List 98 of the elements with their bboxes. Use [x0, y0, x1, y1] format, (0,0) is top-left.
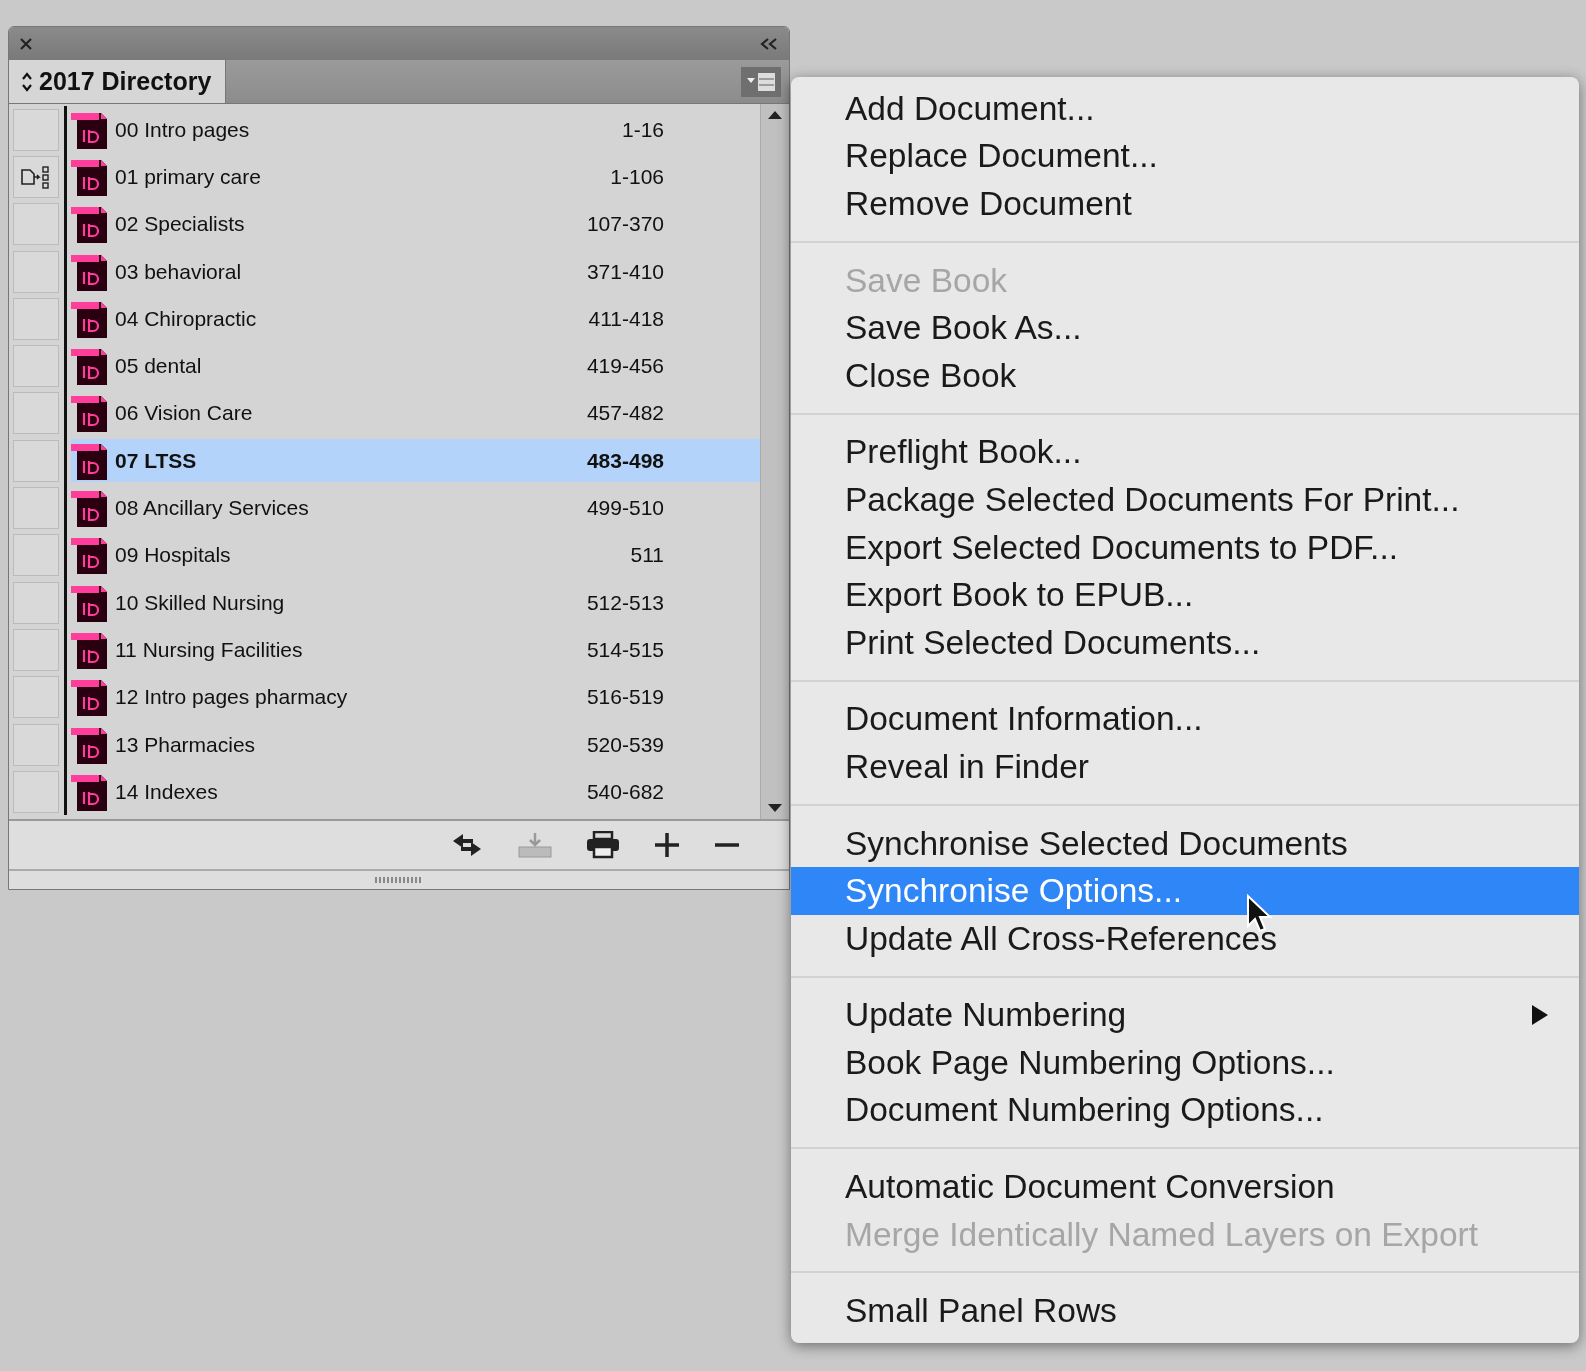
document-name: 10 Skilled Nursing	[115, 590, 286, 615]
page-range: 516-519	[586, 685, 664, 710]
menu-item[interactable]: Save Book As...	[791, 304, 1579, 352]
updown-icon	[21, 70, 33, 93]
menu-item[interactable]: Document Numbering Options...	[791, 1086, 1579, 1135]
document-row[interactable]: 11 Nursing Facilities 514-515	[71, 628, 760, 672]
menu-item[interactable]: Add Document...	[791, 85, 1579, 133]
menu-item[interactable]: Document Information...	[791, 695, 1579, 744]
menu-item[interactable]: Export Book to EPUB...	[791, 571, 1579, 619]
page-range: 371-410	[586, 259, 664, 284]
menu-item[interactable]: Update Numbering	[791, 991, 1579, 1040]
scrollbar[interactable]	[760, 104, 789, 819]
document-row[interactable]: 07 LTSS 483-498	[71, 439, 760, 483]
menu-item[interactable]: Book Page Numbering Options...	[791, 1039, 1579, 1087]
remove-document-icon	[713, 843, 741, 847]
style-source-cell[interactable]	[13, 723, 59, 766]
add-document-icon	[653, 831, 681, 859]
menu-item[interactable]: Preflight Book...	[791, 428, 1579, 477]
page-range: 540-682	[586, 779, 664, 804]
document-row[interactable]: 03 behavioral 371-410	[71, 250, 760, 294]
style-source-cell[interactable]	[13, 628, 59, 671]
menu-item[interactable]: Package Selected Documents For Print...	[791, 476, 1579, 524]
page-range: 511	[630, 543, 664, 568]
style-source-cell[interactable]	[13, 439, 59, 482]
remove-document-button[interactable]	[713, 843, 741, 847]
save-book-button[interactable]	[517, 831, 553, 859]
page-range: 499-510	[586, 496, 664, 520]
menu-item[interactable]: Automatic Document Conversion	[791, 1163, 1579, 1211]
page-range: 514-515	[586, 637, 664, 662]
style-source-cell[interactable]	[13, 581, 59, 624]
style-source-cell[interactable]	[13, 345, 59, 388]
page-range: 512-513	[586, 590, 664, 615]
menu-item[interactable]: Close Book	[791, 351, 1579, 400]
document-name: 03 behavioral	[115, 259, 243, 284]
page-range: 107-370	[586, 212, 664, 237]
style-source-cell[interactable]	[13, 203, 59, 246]
document-row[interactable]: 08 Ancillary Services 499-510	[71, 486, 760, 530]
document-name: 08 Ancillary Services	[115, 496, 310, 520]
style-source-cell[interactable]	[13, 676, 59, 719]
document-name: 06 Vision Care	[115, 401, 254, 426]
document-row[interactable]: 10 Skilled Nursing 512-513	[71, 581, 760, 625]
menu-item[interactable]: Remove Document	[791, 180, 1579, 228]
document-row[interactable]: 12 Intro pages pharmacy 516-519	[71, 675, 760, 719]
style-source-cell[interactable]	[13, 770, 59, 813]
document-name: 05 dental	[115, 354, 203, 379]
style-source-cell[interactable]	[13, 487, 59, 529]
menu-item[interactable]: Reveal in Finder	[791, 743, 1579, 791]
print-book-button[interactable]	[585, 831, 621, 859]
document-name: 00 Intro pages	[115, 117, 251, 142]
save-book-icon	[517, 831, 553, 859]
page-range: 1-16	[621, 117, 664, 142]
document-name: 11 Nursing Facilities	[115, 637, 304, 662]
document-name: 13 Pharmacies	[115, 732, 257, 757]
style-source-cell[interactable]	[13, 155, 59, 198]
page-range: 1-106	[610, 164, 664, 189]
document-name: 07 LTSS	[115, 448, 198, 473]
panel-tab[interactable]: 2017 Directory	[9, 60, 227, 103]
style-source-cell[interactable]	[13, 392, 59, 435]
page-range: 411-418	[588, 306, 664, 331]
document-row[interactable]: 09 Hospitals 511	[71, 533, 760, 577]
page-range: 520-539	[586, 732, 664, 757]
print-book-icon	[585, 831, 621, 859]
document-name: 04 Chiropractic	[115, 306, 258, 331]
panel-menu-button[interactable]	[741, 66, 781, 97]
document-name: 14 Indexes	[115, 779, 219, 804]
document-row[interactable]: 14 Indexes 540-682	[71, 770, 760, 814]
page-range: 457-482	[586, 401, 664, 426]
document-row[interactable]: 13 Pharmacies 520-539	[71, 723, 760, 766]
style-source-cell[interactable]	[13, 297, 59, 340]
menu-item[interactable]: Print Selected Documents...	[791, 618, 1579, 667]
style-source-cell[interactable]	[13, 250, 59, 293]
document-name: 02 Specialists	[115, 212, 246, 237]
document-row[interactable]: 02 Specialists 107-370	[71, 202, 760, 246]
document-name: 01 primary care	[115, 164, 262, 189]
collapse-icon[interactable]	[759, 36, 779, 51]
document-row[interactable]: 04 Chiropractic 411-418	[71, 297, 760, 341]
page-range: 483-498	[586, 448, 664, 473]
menu-item[interactable]: Small Panel Rows	[791, 1287, 1579, 1336]
document-name: 09 Hospitals	[115, 543, 232, 568]
resize-grip-icon[interactable]	[374, 876, 424, 884]
style-source-cell[interactable]	[13, 108, 59, 151]
page-range: 419-456	[586, 354, 664, 379]
document-row[interactable]: 01 primary care 1-106	[71, 155, 760, 199]
document-row[interactable]: 06 Vision Care 457-482	[71, 391, 760, 435]
document-name: 12 Intro pages pharmacy	[115, 685, 349, 710]
scroll-down-icon[interactable]	[767, 803, 783, 813]
style-source-cell[interactable]	[13, 534, 59, 577]
panel-title: 2017 Directory	[39, 67, 212, 96]
menu-item[interactable]: Replace Document...	[791, 132, 1579, 181]
menu-item[interactable]: Export Selected Documents to PDF...	[791, 523, 1579, 572]
scroll-up-icon[interactable]	[767, 110, 783, 120]
menu-item[interactable]: Synchronise Selected Documents	[791, 819, 1579, 868]
document-row[interactable]: 00 Intro pages 1-16	[71, 108, 760, 152]
add-document-button[interactable]	[653, 831, 681, 859]
menu-item[interactable]: Synchronise Options...	[791, 867, 1579, 915]
document-row[interactable]: 05 dental 419-456	[71, 344, 760, 388]
menu-item[interactable]: Update All Cross-References	[791, 914, 1579, 963]
close-icon[interactable]	[19, 36, 33, 51]
